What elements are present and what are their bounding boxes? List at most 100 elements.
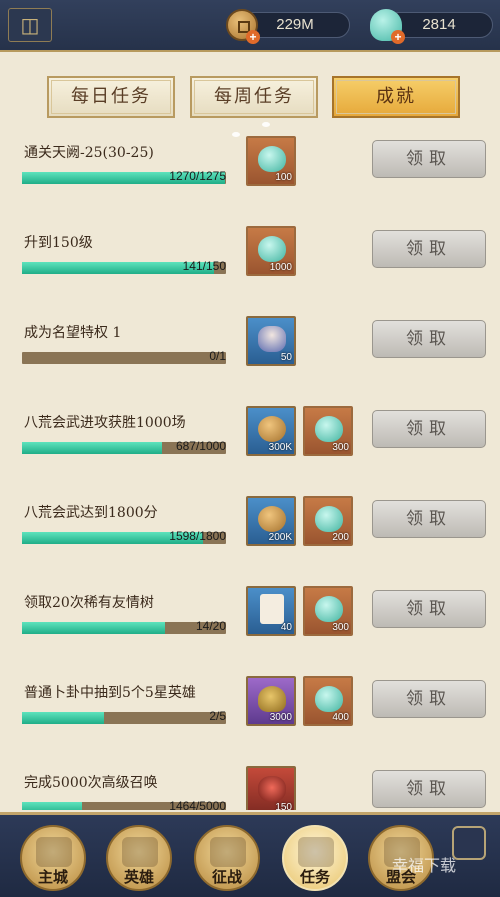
shell-icon (315, 416, 343, 442)
reward-item[interactable]: 3000 (246, 676, 296, 726)
reward-quantity: 150 (275, 802, 292, 810)
tab-daily[interactable]: 每日任务 (47, 76, 175, 118)
reward-item[interactable]: 200 (303, 496, 353, 546)
claim-button[interactable]: 领取 (372, 140, 486, 178)
reward-quantity: 300 (332, 442, 349, 453)
progress-bar: 0/1 (22, 349, 226, 364)
hero-portrait-icon (258, 326, 286, 352)
watermark: 幸福下载 (392, 856, 457, 875)
reward-quantity: 300K (268, 442, 292, 453)
shell-icon (258, 236, 286, 262)
task-title: 普通卜卦中抽到5个5星英雄 (24, 685, 196, 701)
shell-amount: 2814 (422, 16, 456, 33)
reward-quantity: 200 (332, 532, 349, 543)
task-row: 成为名望特权 1 0/1 50 领取 (0, 316, 500, 406)
nav-battle[interactable]: 征战 (194, 825, 260, 891)
progress-bar: 14/20 (22, 619, 226, 634)
progress-text: 1270/1275 (169, 169, 226, 183)
claim-button[interactable]: 领取 (372, 230, 486, 268)
claim-button[interactable]: 领取 (372, 590, 486, 628)
claim-button[interactable]: 领取 (372, 410, 486, 448)
claim-button[interactable]: 领取 (372, 680, 486, 718)
reward-item[interactable]: 300K (246, 406, 296, 456)
reward-quantity: 200K (268, 532, 292, 543)
task-row: 完成5000次高级召唤 1464/5000 150 领取 (0, 766, 500, 810)
progress-fill (22, 802, 82, 810)
progress-bar: 2/5 (22, 709, 226, 724)
claim-button[interactable]: 领取 (372, 320, 486, 358)
tab-bar: 每日任务 每周任务 成就 (0, 54, 500, 136)
claim-button[interactable]: 领取 (372, 770, 486, 808)
coin-icon (258, 416, 286, 442)
task-row: 通关天阙-25(30-25) 1270/1275 100 领取 (0, 136, 500, 226)
task-row: 领取20次稀有友情树 14/20 40 300 领取 (0, 586, 500, 676)
reward-item[interactable]: 300 (303, 406, 353, 456)
reward-quantity: 1000 (269, 262, 292, 273)
task-title: 八荒会武进攻获胜1000场 (24, 415, 186, 431)
tab-achievements[interactable]: 成就 (332, 76, 460, 118)
city-icon (36, 837, 72, 867)
task-row: 普通卜卦中抽到5个5星英雄 2/5 3000 400 领取 (0, 676, 500, 766)
progress-fill (22, 622, 165, 634)
reward-quantity: 300 (332, 622, 349, 633)
top-bar: ◫ 229M + 2814 + (0, 0, 500, 52)
reward-quantity: 100 (275, 172, 292, 183)
task-title: 领取20次稀有友情树 (24, 595, 154, 611)
petal-decoration (262, 122, 270, 127)
claim-button[interactable]: 领取 (372, 500, 486, 538)
progress-text: 14/20 (195, 619, 226, 633)
progress-bar: 1270/1275 (22, 169, 226, 184)
task-title: 八荒会武达到1800分 (24, 505, 158, 521)
menu-button[interactable]: ◫ (8, 8, 52, 42)
reward-item[interactable]: 400 (303, 676, 353, 726)
reward-quantity: 40 (280, 622, 292, 633)
menu-icon: ◫ (20, 13, 40, 37)
nav-tasks[interactable]: 任务 (282, 825, 348, 891)
shell-icon (258, 146, 286, 172)
progress-bar: 687/1000 (22, 439, 226, 454)
hero-icon (122, 837, 158, 867)
task-row: 升到150级 141/150 1000 领取 (0, 226, 500, 316)
reward-item[interactable]: 100 (246, 136, 296, 186)
task-title: 通关天阙-25(30-25) (24, 145, 154, 161)
task-row: 八荒会武进攻获胜1000场 687/1000 300K 300 领取 (0, 406, 500, 496)
turtle-shell-icon (258, 686, 286, 712)
reward-item[interactable]: 300 (303, 586, 353, 636)
battle-icon (210, 837, 246, 867)
progress-bar: 141/150 (22, 259, 226, 274)
reward-quantity: 3000 (269, 712, 292, 723)
add-coins-button[interactable]: + (246, 30, 260, 44)
mask-icon (258, 776, 286, 802)
task-title: 成为名望特权 1 (24, 325, 122, 341)
reward-item[interactable]: 40 (246, 586, 296, 636)
progress-text: 2/5 (209, 709, 226, 723)
reward-quantity: 50 (280, 352, 292, 363)
reward-item[interactable]: 200K (246, 496, 296, 546)
nav-city[interactable]: 主城 (20, 825, 86, 891)
progress-fill (22, 712, 104, 724)
chat-button[interactable] (452, 826, 486, 860)
add-shells-button[interactable]: + (391, 30, 405, 44)
reward-quantity: 400 (332, 712, 349, 723)
shell-icon (315, 686, 343, 712)
progress-text: 1464/5000 (169, 799, 226, 810)
progress-bar: 1598/1800 (22, 529, 226, 544)
coin-amount: 229M (276, 16, 314, 33)
progress-bar: 1464/5000 (22, 799, 226, 810)
shell-icon (315, 506, 343, 532)
tab-weekly[interactable]: 每周任务 (190, 76, 318, 118)
progress-text: 141/150 (182, 259, 226, 273)
task-title: 完成5000次高级召唤 (24, 775, 158, 791)
reward-item[interactable]: 1000 (246, 226, 296, 276)
progress-text: 1598/1800 (169, 529, 226, 543)
shell-icon (315, 596, 343, 622)
reward-item[interactable]: 50 (246, 316, 296, 366)
task-title: 升到150级 (24, 235, 93, 251)
progress-text: 0/1 (209, 349, 226, 363)
progress-fill (22, 442, 163, 454)
card-icon (260, 594, 284, 624)
reward-item[interactable]: 150 (246, 766, 296, 810)
nav-heroes[interactable]: 英雄 (106, 825, 172, 891)
achievement-list[interactable]: 通关天阙-25(30-25) 1270/1275 100 领取 升到150级 141/15… (0, 136, 500, 810)
progress-text: 687/1000 (175, 439, 226, 453)
